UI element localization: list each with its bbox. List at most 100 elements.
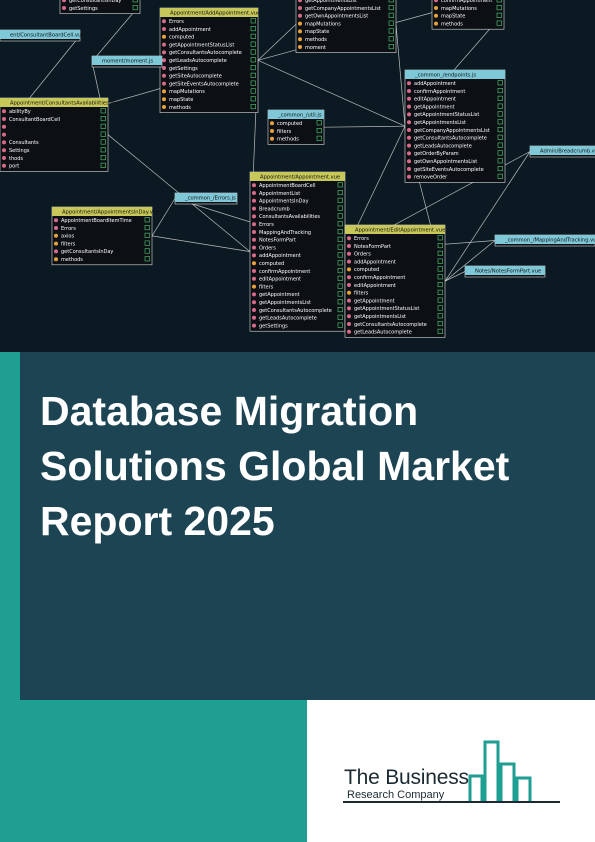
diagram-item-icon — [298, 21, 302, 26]
diagram-item-icon — [347, 251, 351, 256]
diagram-item-label: filters — [277, 129, 292, 135]
diagram-item-icon — [347, 259, 351, 264]
diagram-item-label: Settings — [9, 148, 30, 154]
diagram-item-icon — [2, 109, 6, 114]
diagram-item-label: ConsultantBoardCell — [9, 117, 60, 123]
diagram-item-icon — [2, 163, 6, 168]
diagram-node-title: ent/ConsultantBoardCell.vue — [10, 33, 84, 39]
diagram-item-icon — [407, 151, 411, 156]
diagram-item-icon — [252, 261, 256, 266]
diagram-item-label: computed — [259, 261, 284, 267]
diagram-item-icon — [407, 167, 411, 171]
diagram-item-icon — [407, 159, 411, 164]
diagram-item-icon — [162, 81, 166, 86]
diagram-item-label: Consultants — [9, 140, 39, 146]
diagram-item-icon — [2, 140, 6, 145]
diagram-node: getAppointmentsList getCompanyAppointment… — [295, 0, 397, 53]
diagram-item-icon — [434, 21, 438, 26]
diagram-item-label: getConsultantsAutocomplete — [414, 136, 487, 142]
diagram-node: _common_/Errors.js — [174, 192, 238, 205]
diagram-node-title: Appointment/AppointmentsInDay.vue — [62, 210, 159, 216]
diagram-item-label: mapMutations — [169, 89, 205, 95]
diagram-node-title: moment/moment.js — [102, 59, 153, 65]
diagram-item-icon — [162, 19, 166, 24]
diagram-item-icon — [434, 13, 438, 18]
diagram-item-icon — [252, 230, 256, 234]
diagram-item-icon — [62, 6, 66, 10]
diagram-item-label: addAppointment — [414, 81, 456, 87]
diagram-connector — [323, 125, 406, 128]
diagram-item-icon — [252, 323, 256, 328]
diagram-item-label: axios — [61, 234, 74, 240]
diagram-node-title: Admin/Breadcrumb.vue — [540, 149, 595, 155]
diagram-item-label: getConsultantsAutocomplete — [169, 50, 242, 56]
diagram-item-label: getSettings — [69, 6, 98, 12]
diagram-item-label: getAppointment — [414, 104, 455, 110]
diagram-node: Appointment/AddAppointment.vue Errors addA… — [159, 7, 260, 113]
diagram-item-icon — [407, 81, 411, 86]
diagram-node-title: Appointment/ConsultantsAvailabilities.vu… — [10, 101, 120, 107]
diagram-item-icon — [162, 66, 166, 70]
diagram-item-icon — [347, 298, 351, 303]
diagram-item-label: getLeadsAutocomplete — [169, 58, 227, 64]
diagram-item-label: Errors — [354, 236, 369, 242]
diagram-node: _common_/util.js computed filters methods — [267, 109, 325, 145]
diagram-item-icon — [252, 253, 256, 258]
diagram-item-icon — [347, 267, 351, 272]
publisher-logo: The Business Research Company — [340, 738, 570, 808]
diagram-item-label: AppointmentBoardItemTime — [61, 218, 132, 224]
diagram-item-icon — [162, 42, 166, 47]
diagram-node: Appointment/EditAppointment.vue Errors Not… — [344, 224, 446, 338]
diagram-item-label: computed — [169, 35, 194, 41]
diagram-item-label: getSiteEventsAutocomplete — [169, 81, 239, 87]
diagram-item-label: confirmAppointment — [354, 275, 405, 281]
diagram-item-label: getOwnAppointmentsList — [414, 159, 477, 165]
diagram-item-icon — [252, 269, 256, 273]
diagram-item-icon — [252, 191, 256, 195]
diagram-node-title: Appointment/Appointment.vue — [260, 175, 340, 181]
diagram-item-label: computed — [354, 267, 379, 273]
diagram-item-label: getSettings — [259, 323, 288, 329]
diagram-item-label: moment — [305, 45, 326, 51]
publisher-name: The Business — [344, 766, 469, 789]
diagram-item-icon — [434, 6, 438, 10]
diagram-item-label: getAppointmentsList — [305, 0, 357, 4]
diagram-item-icon — [252, 300, 256, 305]
diagram-item-icon — [2, 117, 6, 121]
diagram-item-label: methods — [305, 37, 327, 43]
diagram-item-label: getConsultantsInDay — [61, 249, 113, 255]
diagram-item-icon — [2, 156, 6, 160]
diagram-item-icon — [162, 50, 166, 55]
diagram-item-icon — [270, 136, 274, 141]
diagram-node: Admin/Breadcrumb.vue — [529, 145, 595, 158]
diagram-item-label: getCompanyAppointmentsList — [305, 6, 381, 12]
diagram-item-icon — [347, 236, 351, 241]
diagram-item-label: confirmAppointment — [259, 269, 310, 275]
diagram-item-label: AppointmentBoardCell — [259, 183, 315, 189]
diagram-item-label: filters — [354, 291, 369, 297]
diagram-item-label: AppointmentList — [259, 191, 300, 197]
diagram-node: confirmAppointment mapMutations mapStateme… — [431, 0, 505, 30]
diagram-item-icon — [298, 37, 302, 42]
diagram-item-icon — [2, 132, 6, 137]
diagram-item-label: computed — [277, 121, 302, 127]
diagram-item-label: AppointmentsInDay — [259, 199, 309, 205]
diagram-item-label: getSettings — [169, 66, 198, 72]
diagram-item-label: getAppointmentsList — [259, 300, 311, 306]
diagram-connector — [151, 235, 251, 252]
diagram-item-label: getAppointment — [259, 292, 300, 298]
diagram-item-icon — [162, 73, 166, 78]
diagram-item-icon — [407, 104, 411, 109]
diagram-item-label: getOrderByParam — [414, 151, 459, 157]
diagram-item-label: confirmAppointment — [441, 0, 492, 4]
bottom-accent-block — [0, 700, 307, 842]
diagram-item-label: editAppointment — [414, 97, 456, 103]
diagram-item-label: methods — [277, 137, 299, 143]
diagram-item-label: getLeadsAutocomplete — [259, 316, 317, 322]
diagram-node-title: _common_/Errors.js — [184, 196, 236, 202]
diagram-item-label: getAppointmentsList — [414, 120, 466, 126]
diagram-item-label: mapState — [305, 29, 329, 35]
diagram-item-icon — [252, 198, 256, 203]
diagram-item-icon — [407, 112, 411, 117]
diagram-item-icon — [347, 283, 351, 287]
